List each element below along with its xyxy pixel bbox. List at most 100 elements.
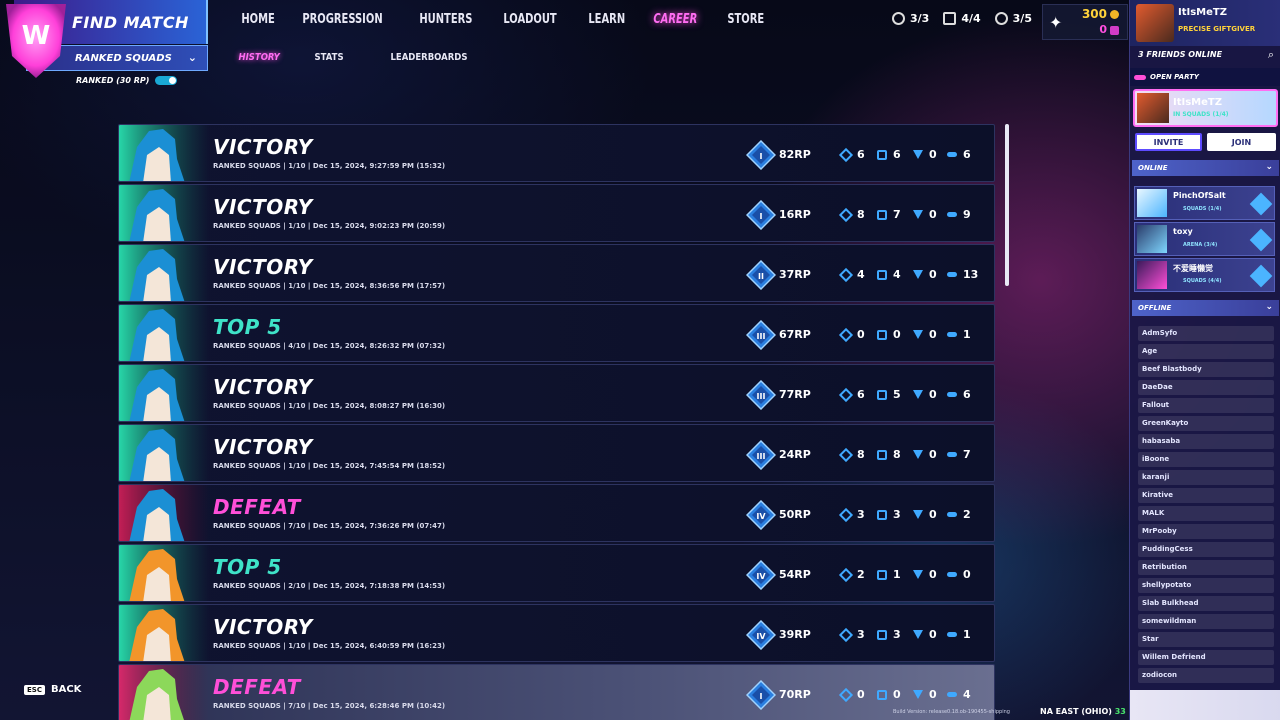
scrollbar[interactable]: [1005, 124, 1009, 286]
friend-offline[interactable]: MrPooby: [1138, 524, 1274, 539]
party-member-card[interactable]: ItIsMeTZ IN SQUADS (1/4): [1133, 89, 1278, 127]
friend-offline[interactable]: Star: [1138, 632, 1274, 647]
build-version: Build Version: release0.18.ob-190455-shi…: [893, 709, 1010, 715]
match-row[interactable]: VICTORY RANKED SQUADS | 1/10 | Dec 15, 2…: [118, 604, 995, 662]
friend-online[interactable]: PinchOfSalt SQUADS (1/4): [1134, 186, 1275, 220]
match-meta: RANKED SQUADS | 1/10 | Dec 15, 2024, 6:4…: [213, 642, 446, 650]
hunter-portrait: [119, 365, 209, 421]
match-row[interactable]: VICTORY RANKED SQUADS | 1/10 | Dec 15, 2…: [118, 364, 995, 422]
sparkle-icon: ✦: [1049, 13, 1063, 32]
assists-stat: 1: [877, 568, 901, 581]
join-button[interactable]: JOIN: [1207, 133, 1276, 151]
friend-offline[interactable]: PuddingCess: [1138, 542, 1274, 557]
gem-amount: 0: [1099, 23, 1119, 36]
open-party-row[interactable]: OPEN PARTY: [1130, 68, 1280, 86]
damage-stat: 0: [947, 568, 971, 581]
friend-offline[interactable]: Age: [1138, 344, 1274, 359]
assists-stat: 8: [877, 448, 901, 461]
counter-3[interactable]: 3/5: [994, 12, 1032, 25]
tab-history[interactable]: HISTORY: [230, 50, 295, 65]
assists-icon: [877, 449, 887, 460]
kills-stat: 3: [838, 507, 865, 522]
assists-stat: 3: [877, 508, 901, 521]
kills-icon: [838, 627, 854, 642]
rank-tier: I: [760, 152, 763, 161]
friend-offline[interactable]: iBoone: [1138, 452, 1274, 467]
nav-learn[interactable]: LEARN: [579, 6, 635, 38]
friend-online[interactable]: 不爱睡懒觉 SQUADS (4/4): [1134, 258, 1275, 292]
match-result: VICTORY: [213, 435, 313, 459]
friend-online[interactable]: toxy ARENA (3/4): [1134, 222, 1275, 256]
match-row[interactable]: TOP 5 RANKED SQUADS | 2/10 | Dec 15, 202…: [118, 544, 995, 602]
nav-loadout[interactable]: LOADOUT: [494, 6, 566, 38]
profile-card[interactable]: ItIsMeTZ PRECISE GIFTGIVER: [1130, 0, 1280, 46]
assists-icon: [877, 149, 887, 160]
rank-tier: III: [757, 452, 766, 461]
friend-offline[interactable]: shellypotato: [1138, 578, 1274, 593]
match-row[interactable]: DEFEAT RANKED SQUADS | 7/10 | Dec 15, 20…: [118, 664, 995, 720]
friend-offline[interactable]: zodiocon: [1138, 668, 1274, 683]
kills-icon: [838, 687, 854, 702]
social-panel: ItIsMeTZ PRECISE GIFTGIVER 3 FRIENDS ONL…: [1129, 0, 1280, 720]
friend-offline[interactable]: Kirative: [1138, 488, 1274, 503]
rank-points: 50RP: [779, 508, 811, 521]
friend-offline[interactable]: Fallout: [1138, 398, 1274, 413]
match-meta: RANKED SQUADS | 1/10 | Dec 15, 2024, 8:0…: [213, 402, 446, 410]
friend-offline[interactable]: AdmSyfo: [1138, 326, 1274, 341]
nav-progression[interactable]: PROGRESSION: [293, 6, 392, 38]
friend-offline[interactable]: MALK: [1138, 506, 1274, 521]
friend-offline[interactable]: Beef Blastbody: [1138, 362, 1274, 377]
tab-stats[interactable]: STATS: [306, 50, 371, 65]
friend-offline[interactable]: somewildman: [1138, 614, 1274, 629]
kills-stat: 3: [838, 627, 865, 642]
invite-button[interactable]: INVITE: [1135, 133, 1202, 151]
nav-career[interactable]: CAREER: [644, 6, 707, 38]
match-row[interactable]: VICTORY RANKED SQUADS | 1/10 | Dec 15, 2…: [118, 124, 995, 182]
friend-offline[interactable]: Willem Defriend: [1138, 650, 1274, 665]
kills-stat: 8: [838, 447, 865, 462]
match-result: VICTORY: [213, 375, 313, 399]
assists-stat: 6: [877, 148, 901, 161]
ranked-toggle[interactable]: RANKED (30 RP): [76, 76, 178, 85]
damage-stat: 7: [947, 448, 971, 461]
search-icon[interactable]: ⌕: [1268, 48, 1274, 62]
career-sub-nav: HISTORY STATS LEADERBOARDS: [230, 50, 502, 65]
match-row[interactable]: VICTORY RANKED SQUADS | 1/10 | Dec 15, 2…: [118, 244, 995, 302]
offline-section-header[interactable]: OFFLINE ⌄: [1132, 300, 1279, 316]
assists-stat: 7: [877, 208, 901, 221]
counter-1[interactable]: 3/3: [892, 12, 929, 25]
region-ping: NA EAST (OHIO) 33 ms: [1040, 707, 1142, 716]
match-row[interactable]: TOP 5 RANKED SQUADS | 4/10 | Dec 15, 202…: [118, 304, 995, 362]
friend-offline[interactable]: habasaba: [1138, 434, 1274, 449]
kills-stat: 2: [838, 567, 865, 582]
nav-store[interactable]: STORE: [718, 6, 774, 38]
friend-offline[interactable]: GreenKayto: [1138, 416, 1274, 431]
assists-icon: [877, 209, 887, 220]
match-row[interactable]: VICTORY RANKED SQUADS | 1/10 | Dec 15, 2…: [118, 424, 995, 482]
match-meta: RANKED SQUADS | 1/10 | Dec 15, 2024, 9:2…: [213, 162, 446, 170]
tab-leaderboards[interactable]: LEADERBOARDS: [382, 50, 484, 65]
counter-2[interactable]: 4/4: [943, 12, 981, 25]
match-row[interactable]: VICTORY RANKED SQUADS | 1/10 | Dec 15, 2…: [118, 184, 995, 242]
friend-offline[interactable]: Slab Bulkhead: [1138, 596, 1274, 611]
rank-points: 54RP: [779, 568, 811, 581]
friend-offline[interactable]: DaeDae: [1138, 380, 1274, 395]
friend-offline[interactable]: karanji: [1138, 470, 1274, 485]
currency-panel[interactable]: ✦ 300 0: [1042, 4, 1128, 40]
back-button[interactable]: ESC BACK: [24, 684, 81, 695]
revives-icon: [913, 450, 923, 459]
kills-icon: [838, 567, 854, 582]
match-meta: RANKED SQUADS | 1/10 | Dec 15, 2024, 8:3…: [213, 282, 446, 290]
revives-stat: 0: [913, 628, 937, 641]
match-row[interactable]: DEFEAT RANKED SQUADS | 7/10 | Dec 15, 20…: [118, 484, 995, 542]
kills-icon: [838, 267, 854, 282]
avatar: [1136, 4, 1174, 42]
online-section-header[interactable]: ONLINE ⌄: [1132, 160, 1279, 176]
toggle-switch[interactable]: [155, 76, 178, 85]
nav-hunters[interactable]: HUNTERS: [410, 6, 482, 38]
rank-icon: III: [746, 440, 776, 470]
assists-icon: [877, 629, 887, 640]
friend-offline[interactable]: Retribution: [1138, 560, 1274, 575]
nav-home[interactable]: HOME: [232, 6, 284, 38]
sidebar-footer: [1130, 690, 1280, 720]
